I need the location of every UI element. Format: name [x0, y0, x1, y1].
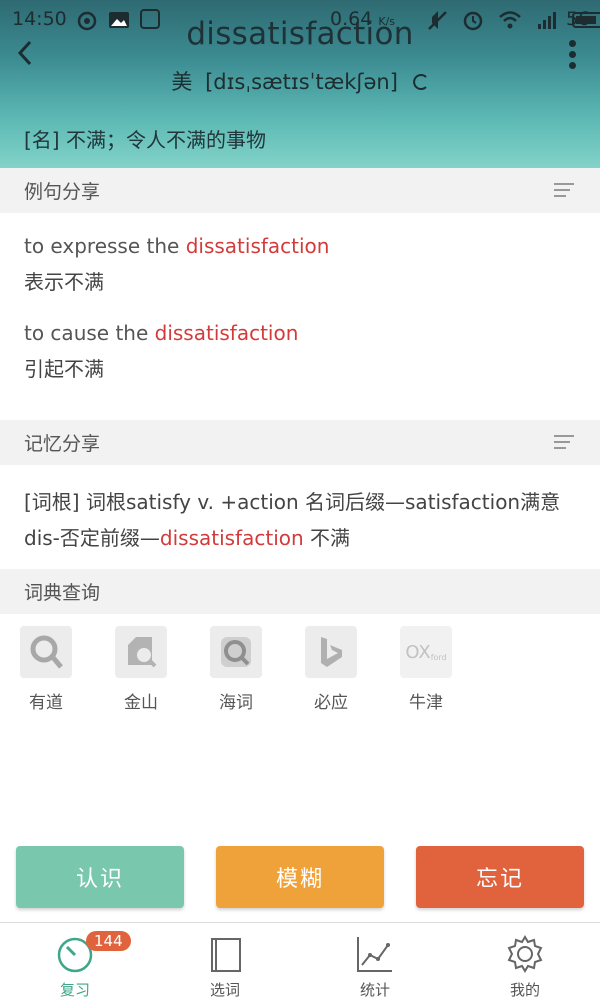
back-button[interactable] [10, 36, 40, 70]
accent-label: 美 [171, 70, 193, 94]
word-header: 14:50 0.64 K/s 56 dissatisfaction 美 [dɪs… [0, 0, 600, 168]
highlighted-word: dissatisfaction [185, 234, 330, 258]
definition: [名] 不满；令人不满的事物 [24, 127, 266, 152]
phonetic-transcription: [dɪsˌsætɪsˈtækʃən] [205, 70, 398, 94]
tab-profile[interactable]: 我的 [450, 923, 600, 1000]
dict-youdao[interactable]: 有道 [20, 626, 115, 713]
memory-section-header: 记忆分享 [0, 420, 600, 465]
tab-stats-label: 统计 [359, 981, 390, 999]
example-sentence: to cause the dissatisfaction 引起不满 [24, 315, 298, 387]
settings-gear-icon [507, 935, 543, 973]
know-button[interactable]: 认识 [16, 846, 184, 908]
youdao-icon [20, 626, 72, 678]
haici-icon [210, 626, 262, 678]
fuzzy-button[interactable]: 模糊 [216, 846, 384, 908]
jinshan-icon [115, 626, 167, 678]
review-count-badge: 144 [86, 931, 131, 951]
example-sentence: to expresse the dissatisfaction 表示不满 [24, 228, 329, 300]
tab-review-label: 复习 [59, 981, 90, 999]
dict-section-header: 词典查询 [0, 569, 600, 614]
chart-icon [357, 937, 392, 972]
play-pronunciation-icon[interactable] [412, 73, 429, 91]
dict-bing[interactable]: 必应 [305, 626, 400, 713]
tab-choose-words[interactable]: 选词 [150, 923, 300, 1000]
highlighted-word: dissatisfaction [154, 321, 299, 345]
memory-section-title: 记忆分享 [24, 433, 101, 455]
examples-section-title: 例句分享 [24, 181, 101, 203]
bing-icon [305, 626, 357, 678]
dict-section-title: 词典查询 [24, 582, 101, 604]
highlighted-word: dissatisfaction [159, 526, 304, 550]
memory-tip: [词根] 词根satisfy v. +action 名词后缀—satisfact… [24, 490, 561, 550]
example-translation: 表示不满 [24, 270, 104, 294]
book-icon [211, 938, 241, 972]
bottom-tab-bar: 144 复习 选词 统计 我的 [0, 922, 600, 1000]
example-translation: 引起不满 [24, 357, 104, 381]
pronunciation-row[interactable]: 美 [dɪsˌsætɪsˈtækʃən] [0, 66, 600, 96]
tab-stats[interactable]: 统计 [300, 923, 450, 1000]
forget-button[interactable]: 忘记 [416, 846, 584, 908]
examples-menu-icon[interactable] [554, 183, 574, 199]
tab-choose-words-label: 选词 [209, 981, 240, 999]
examples-section-header: 例句分享 [0, 168, 600, 213]
oxford-icon: OX ford [400, 626, 452, 678]
dictionary-list: 有道 金山 海词 必应 OX ford 牛津 [20, 626, 495, 713]
dict-jinshan[interactable]: 金山 [115, 626, 210, 713]
dict-oxford[interactable]: OX ford 牛津 [400, 626, 495, 713]
tab-review[interactable]: 144 复习 [0, 923, 150, 1000]
headword: dissatisfaction [186, 16, 414, 52]
memory-menu-icon[interactable] [554, 435, 574, 451]
tab-profile-label: 我的 [509, 981, 540, 999]
dict-haici[interactable]: 海词 [210, 626, 305, 713]
